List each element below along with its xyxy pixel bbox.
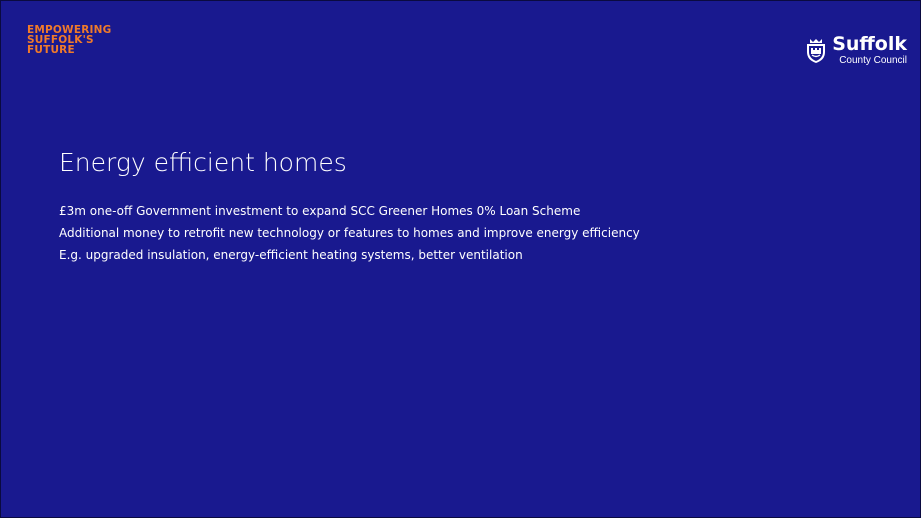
slide-title: Energy efficient homes: [59, 148, 347, 177]
tagline-line-3: FUTURE: [27, 44, 75, 56]
empowering-suffolks-future-logo: EMPOWERING SUFFOLK'S FUTURE: [27, 25, 111, 56]
bullet-item: Additional money to retrofit new technol…: [59, 226, 640, 240]
bullet-item: E.g. upgraded insulation, energy-efficie…: [59, 248, 523, 262]
bullet-item: £3m one-off Government investment to exp…: [59, 204, 581, 218]
bullet-list: £3m one-off Government investment to exp…: [59, 200, 640, 266]
logo-name: Suffolk: [832, 33, 907, 55]
slide: EMPOWERING SUFFOLK'S FUTURE Suffolk Coun…: [0, 0, 921, 518]
suffolk-county-council-logo: Suffolk County Council: [805, 35, 907, 66]
suffolk-crest-icon: [807, 38, 826, 63]
logo-subtitle: County Council: [839, 55, 907, 66]
